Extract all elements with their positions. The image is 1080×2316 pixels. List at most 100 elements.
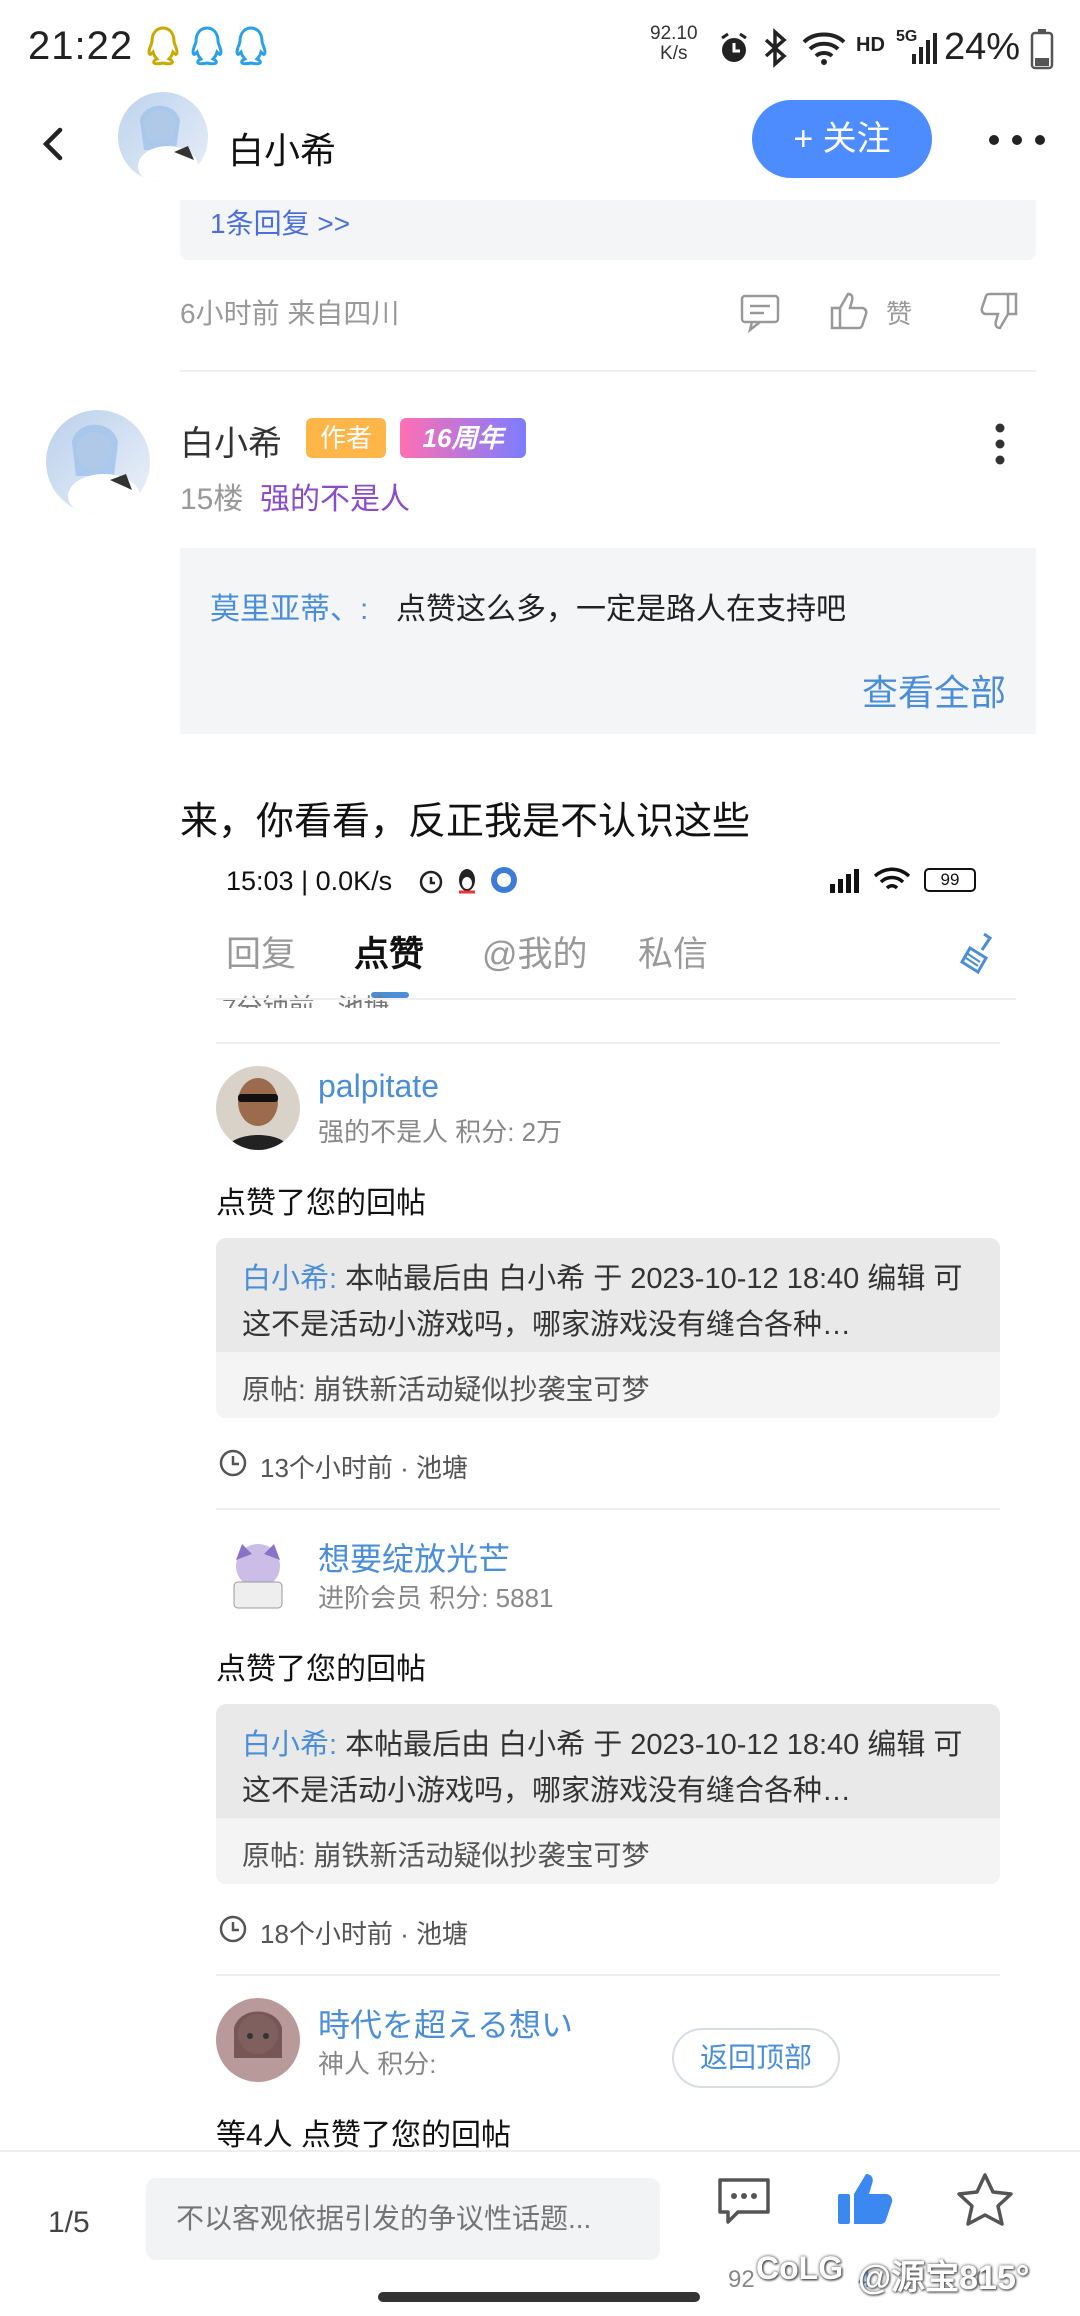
network-rate-unit: K/s <box>660 43 688 64</box>
floor-more-icon[interactable] <box>990 420 1010 468</box>
tab-mentions[interactable]: @我的 <box>482 926 588 977</box>
alarm-icon <box>419 870 443 894</box>
clock-icon <box>219 1915 247 1943</box>
user-role: 进阶会员 积分: 5881 <box>318 1583 554 1613</box>
quoted-reply-box: 莫里亚蒂、: 点赞这么多，一定是路人在支持吧 查看全部 <box>180 548 1036 734</box>
quoted-text: 本帖最后由 白小希 于 2023-10-12 18:40 编辑 可这不是活动小游… <box>242 1729 963 1807</box>
anniversary-badge: 16周年 <box>400 418 526 458</box>
tab-likes[interactable]: 点赞 <box>354 926 424 977</box>
item-divider <box>216 1042 1000 1044</box>
like-notification-item[interactable]: 時代を超える想い 神人 积分: 等4人 点赞了您的回帖 <box>216 1974 1000 2150</box>
home-indicator[interactable] <box>378 2292 700 2302</box>
clock-icon <box>219 1449 247 1477</box>
quoted-text: 本帖最后由 白小希 于 2023-10-12 18:40 编辑 可这不是活动小游… <box>242 1263 963 1341</box>
signal-icon <box>912 33 937 64</box>
username[interactable]: 想要绽放光芒 <box>318 1534 510 1580</box>
page-indicator[interactable]: 1/5 <box>48 2206 90 2240</box>
status-bar: 21:22 92.10 K/s HD 5G 24% <box>0 0 1080 92</box>
original-post-row[interactable]: 原帖: 崩铁新活动疑似抄袭宝可梦 <box>216 1352 1000 1418</box>
author-avatar[interactable] <box>118 92 208 182</box>
user-title-tag: 强的不是人 <box>260 483 410 516</box>
comment-divider <box>180 370 1036 372</box>
clear-broom-icon[interactable] <box>956 930 996 974</box>
screenshot-status-time: 15:03 | 0.0K/s <box>226 866 393 896</box>
screenshot-divider <box>216 998 1016 1000</box>
quoted-post-box[interactable]: 白小希: 本帖最后由 白小希 于 2023-10-12 18:40 编辑 可这不… <box>216 1238 1000 1418</box>
item-divider <box>216 1508 1000 1510</box>
action-text: 点赞了您的回帖 <box>216 1653 426 1686</box>
author-badge: 作者 <box>306 418 386 458</box>
user-role: 神人 积分: <box>318 2049 437 2079</box>
battery-indicator: 99 <box>924 868 976 892</box>
quoted-username: 白小希: <box>242 1263 338 1295</box>
tab-messages[interactable]: 私信 <box>638 926 708 977</box>
signal-icon <box>830 869 859 893</box>
quote-username[interactable]: 莫里亚蒂、: <box>210 584 368 628</box>
tab-replies[interactable]: 回复 <box>226 926 296 977</box>
comment-icon[interactable] <box>714 2172 774 2232</box>
post-header: 白小希 + 关注 <box>0 92 1080 202</box>
reply-comment-icon[interactable] <box>738 290 782 334</box>
author-name[interactable]: 白小希 <box>228 122 336 174</box>
alarm-icon <box>721 32 747 62</box>
floor-number: 15楼 <box>180 483 244 516</box>
item-footer: 13个小时前 · 池塘 <box>260 1453 469 1483</box>
like-filled-icon[interactable] <box>834 2168 896 2230</box>
quoted-content: 白小希: 本帖最后由 白小希 于 2023-10-12 18:40 编辑 可这不… <box>242 1722 982 1814</box>
favorite-star-icon[interactable] <box>954 2170 1016 2232</box>
view-all-link[interactable]: 查看全部 <box>862 664 1006 716</box>
post-body-text: 来，你看看，反正我是不认识这些 <box>180 801 751 843</box>
battery-percent: 24% <box>944 26 1021 68</box>
comment-input[interactable] <box>146 2178 660 2260</box>
back-arrow-icon[interactable] <box>28 116 84 172</box>
battery-icon <box>1030 29 1054 70</box>
dislike-icon[interactable] <box>976 288 1022 334</box>
quote-text: 点赞这么多，一定是路人在支持吧 <box>396 593 846 626</box>
action-text: 点赞了您的回帖 <box>216 1187 426 1220</box>
hd-label: HD <box>856 34 885 56</box>
original-post-title: 原帖: 崩铁新活动疑似抄袭宝可梦 <box>242 1374 650 1405</box>
watermark: @源宝815° <box>858 2259 1030 2297</box>
app-notification-icon <box>491 867 517 893</box>
qq-icon <box>459 869 475 894</box>
quoted-content: 白小希: 本帖最后由 白小希 于 2023-10-12 18:40 编辑 可这不… <box>242 1256 982 1348</box>
qq-notification-icon <box>235 26 267 66</box>
like-notification-item[interactable]: palpitate 强的不是人 积分: 2万 点赞了您的回帖 白小希: 本帖最后… <box>216 1042 1000 1502</box>
watermark-logo: CoLG <box>756 2250 844 2286</box>
view-replies-link[interactable]: 1条回复 >> <box>210 202 350 242</box>
item-footer: 18个小时前 · 池塘 <box>260 1919 469 1949</box>
user-role: 强的不是人 积分: 2万 <box>318 1117 563 1147</box>
original-post-title: 原帖: 崩铁新活动疑似抄袭宝可梦 <box>242 1840 650 1871</box>
bluetooth-icon <box>764 28 787 68</box>
status-time: 21:22 <box>28 24 134 68</box>
network-rate-value: 92.10 <box>650 23 698 44</box>
back-to-top-button[interactable]: 返回顶部 <box>672 2028 840 2088</box>
user-avatar[interactable] <box>216 1532 300 1616</box>
floor-user-avatar[interactable] <box>46 410 150 514</box>
user-avatar[interactable] <box>216 1998 300 2082</box>
action-text: 等4人 点赞了您的回帖 <box>216 2119 512 2150</box>
like-notification-item[interactable]: 想要绽放光芒 进阶会员 积分: 5881 点赞了您的回帖 白小希: 本帖最后由 … <box>216 1508 1000 1968</box>
more-options-icon[interactable] <box>982 116 1052 164</box>
qq-notification-icon <box>147 26 179 66</box>
comment-count: 92 <box>728 2266 755 2293</box>
username[interactable]: palpitate <box>318 1068 439 1105</box>
like-icon[interactable] <box>826 288 872 334</box>
follow-button[interactable]: + 关注 <box>752 100 932 178</box>
user-avatar[interactable] <box>216 1066 300 1150</box>
app-root: 21:22 92.10 K/s HD 5G 24% 白小希 + 关注 1条回复 … <box>0 0 1080 2316</box>
quoted-post-box[interactable]: 白小希: 本帖最后由 白小希 于 2023-10-12 18:40 编辑 可这不… <box>216 1704 1000 1884</box>
like-label[interactable]: 赞 <box>886 294 912 331</box>
network-rate: 92.10 K/s <box>650 24 698 64</box>
floor-username[interactable]: 白小希 <box>180 416 282 465</box>
username[interactable]: 時代を超える想い <box>318 2000 573 2046</box>
notification-tabs: 回复 点赞 @我的 私信 <box>226 926 1006 996</box>
wifi-icon <box>873 867 911 890</box>
item-divider <box>216 1974 1000 1976</box>
wifi-icon <box>802 32 846 65</box>
quoted-username: 白小希: <box>242 1729 338 1761</box>
qq-notification-icon <box>191 26 223 66</box>
original-post-row[interactable]: 原帖: 崩铁新活动疑似抄袭宝可梦 <box>216 1818 1000 1884</box>
sub-reply-box: 1条回复 >> <box>180 200 1036 260</box>
embedded-screenshot[interactable]: 15:03 | 0.0K/s 99 回复 点赞 @我的 私信 7分钟前 · 池塘… <box>216 850 1016 2150</box>
